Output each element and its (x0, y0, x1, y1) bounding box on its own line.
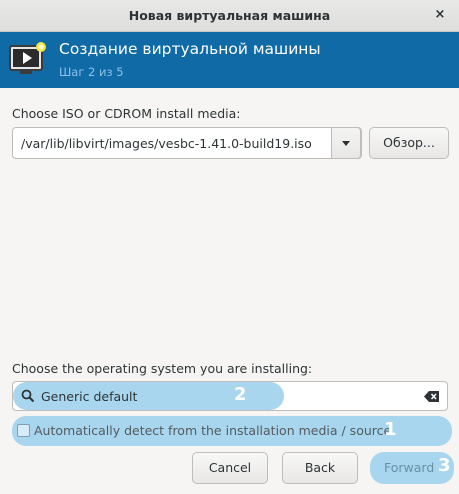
os-search-field[interactable]: Generic default (12, 381, 448, 411)
search-icon (21, 389, 35, 403)
wizard-title: Создание виртуальной машины (59, 40, 321, 58)
browse-button[interactable]: Обзор... (369, 127, 449, 159)
annotation-badge-3: 3 (438, 455, 451, 476)
back-button[interactable]: Back (282, 452, 358, 484)
os-search-value: Generic default (41, 389, 138, 404)
forward-button-label: Forward (384, 460, 435, 475)
close-icon[interactable]: × (431, 6, 449, 24)
chevron-down-icon (342, 141, 350, 146)
wizard-header: Создание виртуальной машины Шаг 2 из 5 (0, 32, 459, 88)
clear-icon[interactable] (424, 390, 440, 403)
iso-path-combobox[interactable]: /var/lib/libvirt/images/vesbc-1.41.0-bui… (12, 127, 362, 159)
install-media-label: Choose ISO or CDROM install media: (12, 106, 241, 121)
wizard-step-indicator: Шаг 2 из 5 (59, 65, 124, 79)
auto-detect-checkbox[interactable] (17, 424, 30, 437)
annotation-badge-1: 1 (384, 419, 397, 440)
new-vm-icon (9, 42, 46, 74)
iso-path-value: /var/lib/libvirt/images/vesbc-1.41.0-bui… (21, 136, 312, 151)
annotation-badge-2: 2 (234, 384, 247, 405)
iso-dropdown-button[interactable] (331, 127, 361, 159)
cancel-button[interactable]: Cancel (192, 452, 268, 484)
window-title: Новая виртуальная машина (128, 8, 331, 23)
auto-detect-label: Automatically detect from the installati… (34, 423, 392, 438)
window-titlebar: Новая виртуальная машина × (0, 0, 459, 32)
os-select-label: Choose the operating system you are inst… (12, 361, 313, 376)
